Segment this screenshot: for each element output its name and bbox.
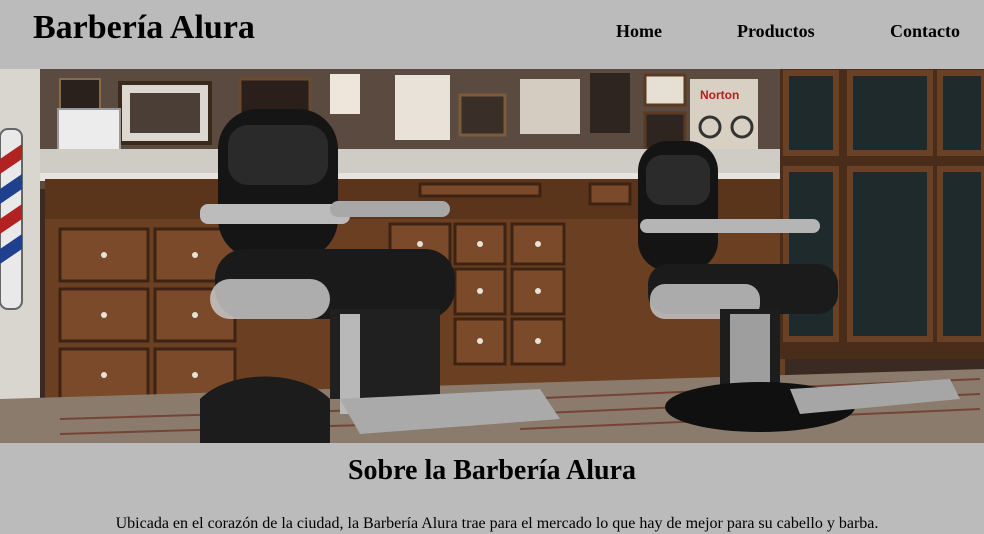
site-header: Barbería Alura Home Productos Contacto	[0, 0, 984, 69]
about-description: Ubicada en el corazón de la ciudad, la B…	[115, 515, 879, 532]
nav-link-productos[interactable]: Productos	[737, 20, 815, 42]
nav-link-contacto[interactable]: Contacto	[890, 20, 960, 42]
about-title: Sobre la Barbería Alura	[347, 455, 637, 486]
norton-sign: Norton	[700, 88, 739, 102]
nav-link-home[interactable]: Home	[616, 20, 662, 42]
main-nav: Home Productos Contacto	[0, 20, 984, 42]
banner-image: Norton	[0, 69, 984, 443]
